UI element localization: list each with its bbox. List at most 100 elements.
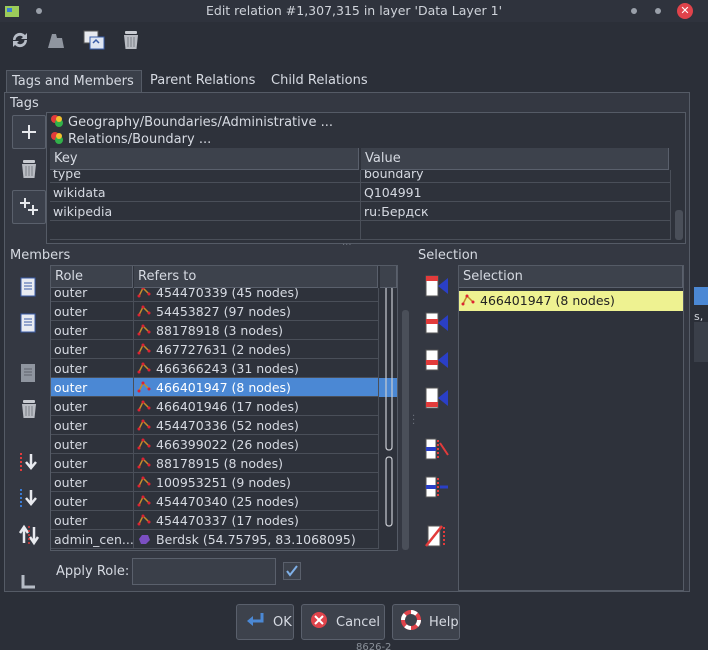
member-role: outer: [51, 473, 134, 492]
close-window-button[interactable]: ✕: [677, 3, 693, 19]
preset-link-boundary[interactable]: Relations/Boundary ...: [50, 131, 211, 147]
member-row[interactable]: outer 454470340 (25 nodes): [51, 492, 397, 511]
remove-members-icon[interactable]: [424, 524, 450, 548]
paste-tags-button[interactable]: [12, 190, 46, 224]
preset-label: Geography/Boundaries/Administrative ...: [68, 115, 333, 130]
move-up-icon[interactable]: [12, 306, 46, 340]
member-role: outer: [51, 511, 134, 530]
linkage-icon: [381, 473, 397, 492]
preset-icon: [50, 131, 64, 145]
member-ref: Berdsk (54.75795, 83.1068095): [134, 530, 379, 549]
member-ref-label: 466399022 (26 nodes): [156, 437, 299, 452]
ok-button[interactable]: OK: [236, 604, 294, 640]
minimize-dot-icon[interactable]: [631, 8, 637, 14]
member-role: outer: [51, 378, 134, 397]
way-icon: [137, 455, 151, 469]
member-row[interactable]: outer 454470339 (45 nodes): [51, 288, 397, 302]
tags-splitter-handle[interactable]: ···: [342, 240, 352, 251]
tab-parent-relations[interactable]: Parent Relations: [145, 70, 260, 92]
apply-role-input[interactable]: [132, 558, 276, 585]
member-role: outer: [51, 288, 134, 302]
member-ref: 466366243 (31 nodes): [134, 359, 379, 378]
tag-row[interactable]: type boundary: [50, 170, 671, 183]
tab-tags-and-members[interactable]: Tags and Members: [6, 70, 142, 92]
key-column-header[interactable]: Key: [50, 148, 359, 170]
select-members-icon[interactable]: [424, 475, 450, 499]
member-ref: 88178918 (3 nodes): [134, 321, 379, 340]
duplicate-relation-icon[interactable]: [82, 28, 106, 52]
preset-icon: [50, 114, 64, 128]
refresh-icon[interactable]: [8, 28, 32, 52]
add-selection-at-top-icon[interactable]: [424, 274, 450, 298]
member-row[interactable]: outer 100953251 (9 nodes): [51, 473, 397, 492]
way-icon: [137, 512, 151, 526]
add-selection-at-end-icon[interactable]: [424, 386, 450, 410]
member-role: outer: [51, 454, 134, 473]
apply-icon[interactable]: [44, 28, 68, 52]
remove-selected-members-icon[interactable]: [424, 437, 450, 461]
add-selection-after-icon[interactable]: [424, 348, 450, 372]
splitter-handle[interactable]: · · ·: [412, 412, 415, 430]
sort-down-icon[interactable]: [12, 445, 46, 479]
member-row[interactable]: outer 454470337 (17 nodes): [51, 511, 397, 530]
move-to-top-icon[interactable]: [12, 270, 46, 304]
member-role: outer: [51, 416, 134, 435]
selection-column-header[interactable]: Selection: [459, 266, 683, 288]
background-window: s,: [694, 22, 708, 650]
apply-role-button[interactable]: [283, 562, 301, 580]
selection-row[interactable]: 466401947 (8 nodes): [459, 291, 683, 311]
member-ref-label: 466401946 (17 nodes): [156, 399, 299, 414]
member-row[interactable]: outer 466401947 (8 nodes): [51, 378, 397, 397]
cancel-icon: [310, 611, 328, 633]
add-selection-before-icon[interactable]: [424, 311, 450, 335]
sort-icon[interactable]: [12, 570, 46, 592]
multipolygon-icon: [137, 531, 151, 544]
member-row[interactable]: admin_cen... Berdsk (54.75795, 83.1068095…: [51, 530, 397, 549]
way-icon: [137, 360, 151, 374]
value-column-header[interactable]: Value: [361, 148, 669, 170]
reverse-order-icon[interactable]: [12, 518, 46, 552]
cancel-button[interactable]: Cancel: [301, 604, 385, 640]
tag-row-empty[interactable]: [50, 221, 671, 240]
member-row[interactable]: outer 88178915 (8 nodes): [51, 454, 397, 473]
tag-value: ru:Бердск: [361, 202, 671, 221]
help-button[interactable]: Help: [392, 604, 460, 640]
title-bar: Edit relation #1,307,315 in layer 'Data …: [0, 0, 708, 22]
preset-link-administrative[interactable]: Geography/Boundaries/Administrative ...: [50, 114, 333, 130]
member-row[interactable]: outer 88178918 (3 nodes): [51, 321, 397, 340]
member-ref: 454470336 (52 nodes): [134, 416, 379, 435]
way-icon: [137, 398, 151, 412]
way-icon: [137, 288, 151, 298]
remove-member-icon[interactable]: [12, 392, 46, 426]
tag-row[interactable]: wikidata Q104991: [50, 183, 671, 202]
member-row[interactable]: outer 466401946 (17 nodes): [51, 397, 397, 416]
ok-icon: [245, 611, 265, 633]
refers-to-column-header[interactable]: Refers to: [134, 266, 378, 288]
member-ref-label: 466401947 (8 nodes): [156, 380, 291, 395]
member-row[interactable]: outer 454470336 (52 nodes): [51, 416, 397, 435]
member-ref-label: 466366243 (31 nodes): [156, 361, 299, 376]
way-icon: [137, 417, 151, 431]
add-tag-button[interactable]: [12, 115, 46, 149]
tags-scrollbar[interactable]: [675, 210, 683, 240]
member-rows: outer 454470339 (45 nodes) outer 54453827 (…: [51, 288, 397, 550]
member-row[interactable]: outer 467727631 (2 nodes): [51, 340, 397, 359]
tag-row[interactable]: wikipedia ru:Бердск: [50, 202, 671, 221]
delete-relation-icon[interactable]: [119, 28, 143, 52]
member-row[interactable]: outer 466366243 (31 nodes): [51, 359, 397, 378]
member-row[interactable]: outer 466399022 (26 nodes): [51, 435, 397, 454]
member-ref-label: 100953251 (9 nodes): [156, 475, 291, 490]
selection-row-label: 466401947 (8 nodes): [480, 293, 615, 308]
way-icon: [137, 493, 151, 507]
sort-down-alt-icon[interactable]: [12, 481, 46, 515]
maximize-dot-icon[interactable]: [655, 8, 661, 14]
tab-child-relations[interactable]: Child Relations: [266, 70, 373, 92]
delete-tag-button[interactable]: [12, 152, 46, 186]
role-column-header[interactable]: Role: [51, 266, 133, 288]
member-row[interactable]: outer 54453827 (97 nodes): [51, 302, 397, 321]
members-scrollbar[interactable]: [402, 310, 409, 550]
edit-member-icon[interactable]: [12, 356, 46, 390]
member-role: outer: [51, 397, 134, 416]
member-role: outer: [51, 359, 134, 378]
linkage-column-header: [380, 266, 397, 288]
